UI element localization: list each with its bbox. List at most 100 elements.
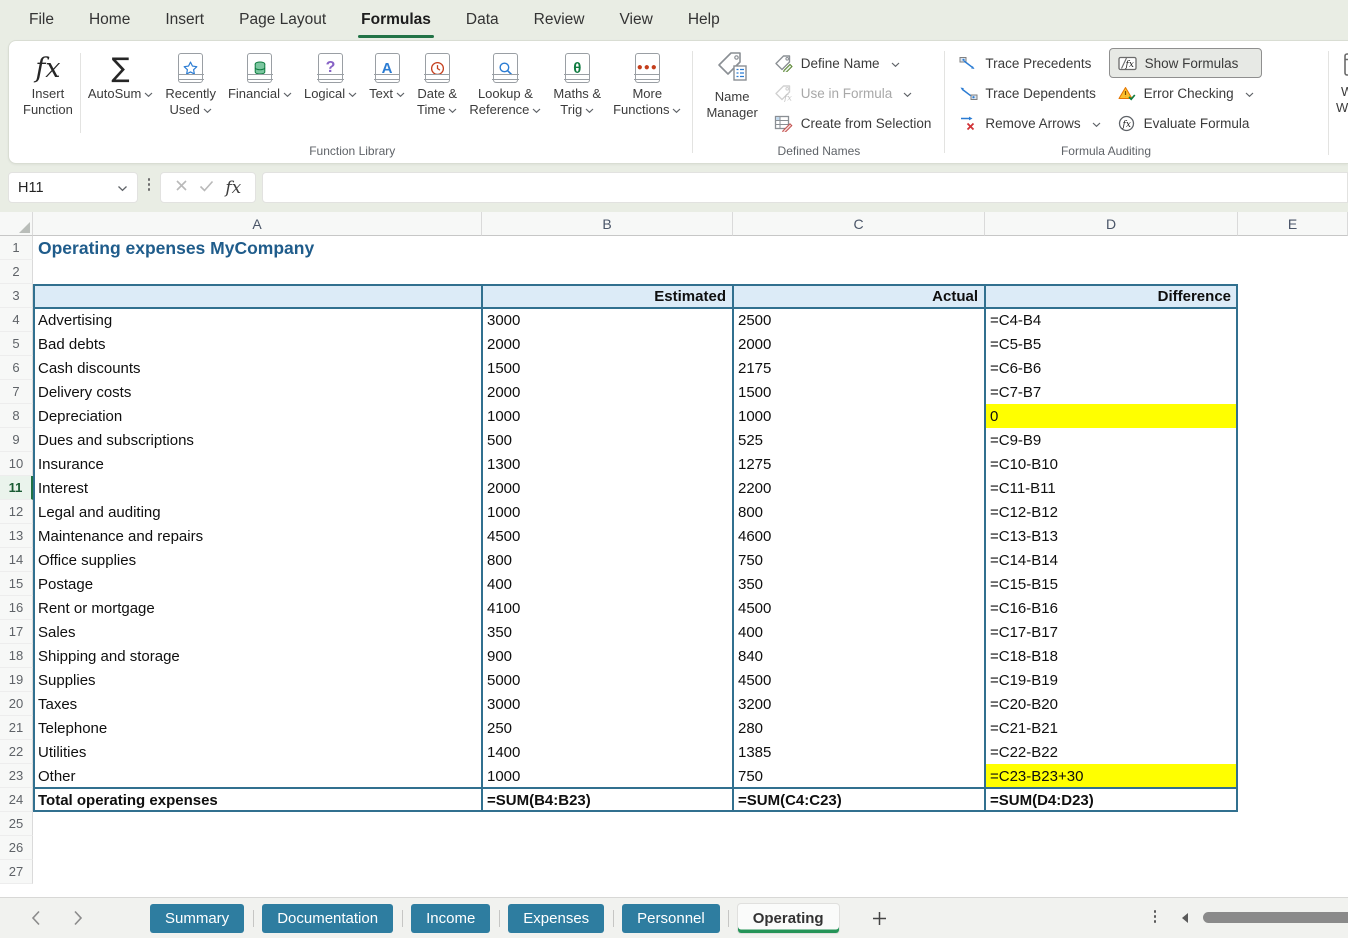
cell-D11[interactable]: =C11-B11: [985, 476, 1238, 500]
cell-E2[interactable]: [1238, 260, 1348, 284]
cell-C10[interactable]: 1275: [733, 452, 985, 476]
cell-E1[interactable]: [1238, 236, 1348, 260]
ribbon-button-show-formulas[interactable]: fx Show Formulas: [1108, 48, 1262, 78]
column-header-E[interactable]: E: [1238, 212, 1348, 236]
ribbon-button-date-time[interactable]: Date & Time: [411, 43, 463, 118]
horizontal-scrollbar-thumb[interactable]: [1203, 912, 1348, 923]
cell-D10[interactable]: =C10-B10: [985, 452, 1238, 476]
menu-tab-review[interactable]: Review: [533, 2, 586, 38]
ribbon-button-define-name[interactable]: Define Name: [766, 48, 940, 78]
cell-B3[interactable]: Estimated: [482, 284, 733, 308]
cell-C5[interactable]: 2000: [733, 332, 985, 356]
cell-C7[interactable]: 1500: [733, 380, 985, 404]
cell-B24[interactable]: =SUM(B4:B23): [482, 788, 733, 812]
cell-E14[interactable]: [1238, 548, 1348, 572]
cell-D21[interactable]: =C21-B21: [985, 716, 1238, 740]
scroll-left-icon[interactable]: [1180, 911, 1189, 929]
cell-E17[interactable]: [1238, 620, 1348, 644]
cell-B23[interactable]: 1000: [482, 764, 733, 788]
cell-C20[interactable]: 3200: [733, 692, 985, 716]
cell-C2[interactable]: [733, 260, 985, 284]
cell-C8[interactable]: 1000: [733, 404, 985, 428]
cell-C11[interactable]: 2200: [733, 476, 985, 500]
cell-A23[interactable]: Other: [33, 764, 482, 788]
cell-C23[interactable]: 750: [733, 764, 985, 788]
cell-C17[interactable]: 400: [733, 620, 985, 644]
cell-A9[interactable]: Dues and subscriptions: [33, 428, 482, 452]
cell-D16[interactable]: =C16-B16: [985, 596, 1238, 620]
chevron-down-icon[interactable]: [117, 180, 128, 196]
cell-A12[interactable]: Legal and auditing: [33, 500, 482, 524]
cell-A7[interactable]: Delivery costs: [33, 380, 482, 404]
cell-C12[interactable]: 800: [733, 500, 985, 524]
menu-tab-home[interactable]: Home: [88, 2, 131, 38]
cell-E20[interactable]: [1238, 692, 1348, 716]
cell-D13[interactable]: =C13-B13: [985, 524, 1238, 548]
cell-D12[interactable]: =C12-B12: [985, 500, 1238, 524]
row-header-13[interactable]: 13: [0, 524, 33, 548]
cell-D24[interactable]: =SUM(D4:D23): [985, 788, 1238, 812]
cell-D23[interactable]: =C23-B23+30: [985, 764, 1238, 788]
cell-E3[interactable]: [1238, 284, 1348, 308]
row-header-16[interactable]: 16: [0, 596, 33, 620]
menu-tab-help[interactable]: Help: [687, 2, 721, 38]
cell-D17[interactable]: =C17-B17: [985, 620, 1238, 644]
sheet-tab-options-icon[interactable]: [1150, 910, 1160, 923]
row-header-17[interactable]: 17: [0, 620, 33, 644]
ribbon-button-error-checking[interactable]: Error Checking: [1109, 78, 1262, 108]
cell-B27[interactable]: [482, 860, 733, 884]
cell-B12[interactable]: 1000: [482, 500, 733, 524]
cell-D9[interactable]: =C9-B9: [985, 428, 1238, 452]
ribbon-button-text[interactable]: A Text: [363, 43, 411, 102]
row-header-5[interactable]: 5: [0, 332, 33, 356]
cell-B5[interactable]: 2000: [482, 332, 733, 356]
cell-D3[interactable]: Difference: [985, 284, 1238, 308]
menu-tab-data[interactable]: Data: [465, 2, 500, 38]
cell-D20[interactable]: =C20-B20: [985, 692, 1238, 716]
row-header-21[interactable]: 21: [0, 716, 33, 740]
row-header-2[interactable]: 2: [0, 260, 33, 284]
cell-C22[interactable]: 1385: [733, 740, 985, 764]
cell-E19[interactable]: [1238, 668, 1348, 692]
cell-D25[interactable]: [985, 812, 1238, 836]
ribbon-button-remove-arrows[interactable]: Remove Arrows: [950, 108, 1108, 138]
cell-C1[interactable]: [733, 236, 985, 260]
ribbon-button-recently-used[interactable]: Recently Used: [159, 43, 222, 118]
ribbon-button-insert-function[interactable]: fx Insert Function: [17, 43, 79, 118]
cell-A25[interactable]: [33, 812, 482, 836]
previous-sheet-icon[interactable]: [26, 908, 46, 928]
cell-B17[interactable]: 350: [482, 620, 733, 644]
cell-E21[interactable]: [1238, 716, 1348, 740]
cell-D5[interactable]: =C5-B5: [985, 332, 1238, 356]
cell-A8[interactable]: Depreciation: [33, 404, 482, 428]
cell-B2[interactable]: [482, 260, 733, 284]
sheet-tab-personnel[interactable]: Personnel: [622, 903, 720, 933]
cell-C14[interactable]: 750: [733, 548, 985, 572]
row-header-18[interactable]: 18: [0, 644, 33, 668]
cell-E23[interactable]: [1238, 764, 1348, 788]
cell-C27[interactable]: [733, 860, 985, 884]
cell-E8[interactable]: [1238, 404, 1348, 428]
cell-D8[interactable]: 0: [985, 404, 1238, 428]
row-header-12[interactable]: 12: [0, 500, 33, 524]
new-sheet-button[interactable]: [867, 905, 893, 931]
cell-E12[interactable]: [1238, 500, 1348, 524]
cell-B14[interactable]: 800: [482, 548, 733, 572]
formula-bar-handle-icon[interactable]: [144, 178, 154, 191]
select-all-corner[interactable]: [0, 212, 33, 236]
row-header-26[interactable]: 26: [0, 836, 33, 860]
cell-D6[interactable]: =C6-B6: [985, 356, 1238, 380]
cell-E11[interactable]: [1238, 476, 1348, 500]
cell-A17[interactable]: Sales: [33, 620, 482, 644]
ribbon-button-logical[interactable]: ? Logical: [298, 43, 363, 102]
cell-D26[interactable]: [985, 836, 1238, 860]
cell-C4[interactable]: 2500: [733, 308, 985, 332]
cell-A5[interactable]: Bad debts: [33, 332, 482, 356]
row-header-19[interactable]: 19: [0, 668, 33, 692]
cell-E10[interactable]: [1238, 452, 1348, 476]
sheet-tab-expenses[interactable]: Expenses: [508, 903, 605, 933]
cell-E5[interactable]: [1238, 332, 1348, 356]
cell-D19[interactable]: =C19-B19: [985, 668, 1238, 692]
cell-B25[interactable]: [482, 812, 733, 836]
cell-A20[interactable]: Taxes: [33, 692, 482, 716]
